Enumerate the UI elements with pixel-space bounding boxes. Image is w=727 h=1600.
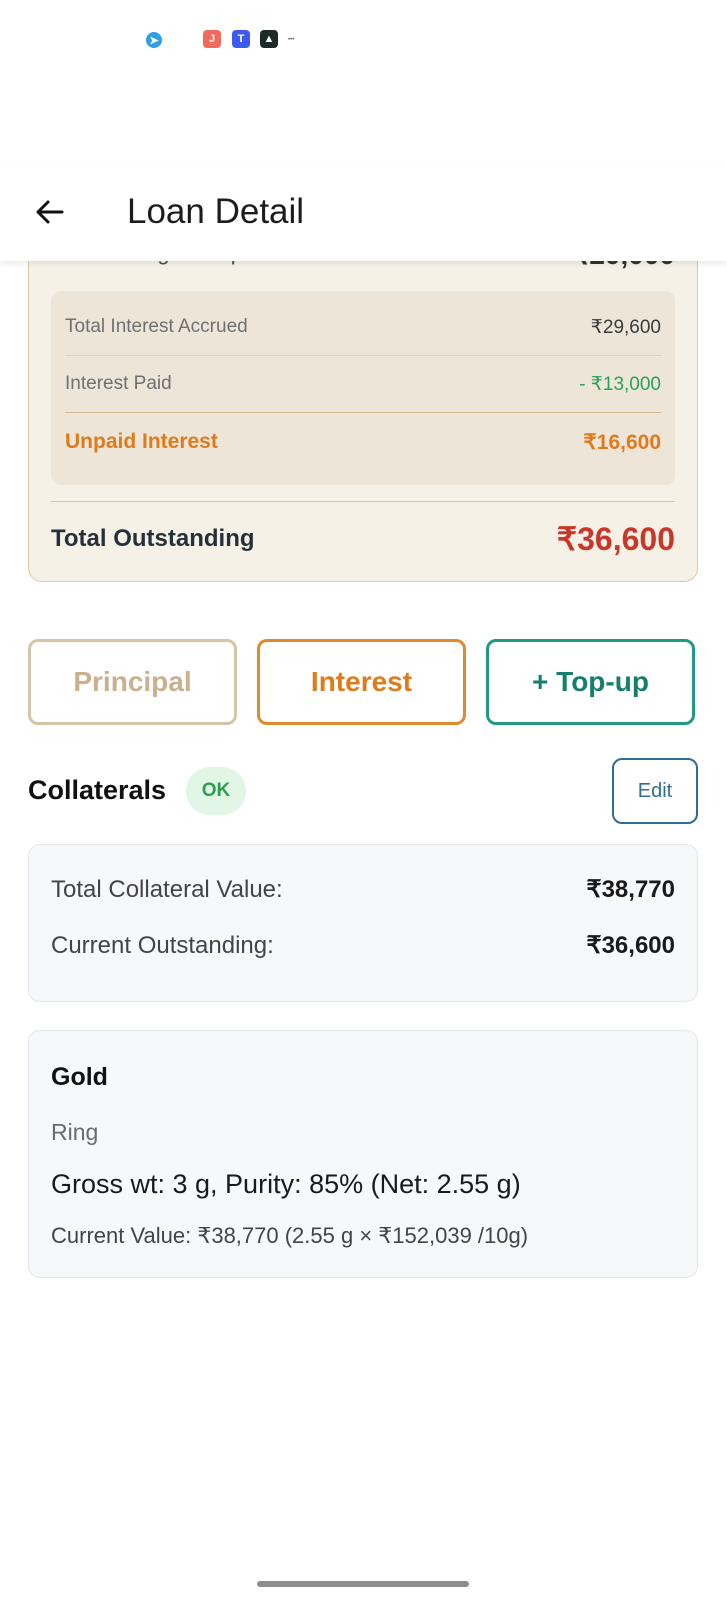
collateral-summary-card: Total Collateral Value: ₹38,770 Current … (28, 844, 698, 1002)
interest-accrued-row: Total Interest Accrued ₹29,600 (65, 299, 661, 356)
status-badge: OK (186, 767, 246, 815)
status-dots-icon: ••• (288, 37, 295, 43)
collateral-type: Ring (51, 1119, 99, 1145)
app-green-icon: ▲ (260, 30, 278, 48)
collateral-current-value: Current Value: ₹38,770 (2.55 g × ₹152,03… (51, 1223, 529, 1248)
interest-paid-label: Interest Paid (65, 373, 172, 394)
unpaid-interest-value: ₹16,600 (583, 430, 661, 454)
interest-paid-value: - ₹13,000 (579, 373, 661, 395)
principal-button[interactable]: Principal (28, 639, 237, 725)
interest-paid-row: Interest Paid - ₹13,000 (65, 356, 661, 413)
interest-accrued-label: Total Interest Accrued (65, 316, 248, 337)
telegram-icon: ➤ (146, 32, 162, 48)
total-outstanding-value: ₹36,600 (556, 521, 675, 557)
collateral-item-card[interactable]: Gold Ring Gross wt: 3 g, Purity: 85% (Ne… (28, 1030, 698, 1278)
unpaid-interest-row: Unpaid Interest ₹16,600 (65, 414, 661, 470)
home-indicator[interactable] (257, 1581, 469, 1587)
app-j-icon: J (203, 30, 221, 48)
current-outstanding-row: Current Outstanding: ₹36,600 (51, 931, 675, 960)
collateral-weight: Gross wt: 3 g, Purity: 85% (Net: 2.55 g) (51, 1169, 521, 1199)
unpaid-interest-label: Unpaid Interest (65, 430, 218, 453)
collaterals-heading: Collaterals (28, 775, 167, 805)
current-outstanding-value: ₹36,600 (586, 932, 675, 959)
current-outstanding-label: Current Outstanding: (51, 931, 274, 959)
total-collateral-value: ₹38,770 (586, 876, 675, 903)
interest-breakdown: Total Interest Accrued ₹29,600 Interest … (51, 291, 675, 485)
app-t-icon: T (232, 30, 250, 48)
total-collateral-row: Total Collateral Value: ₹38,770 (51, 875, 675, 904)
total-collateral-label: Total Collateral Value: (51, 875, 283, 903)
total-outstanding-row: Total Outstanding ₹36,600 (51, 509, 675, 569)
interest-button[interactable]: Interest (257, 639, 466, 725)
status-bar: ➤ J T ▲ ••• (0, 0, 727, 80)
divider (51, 501, 675, 502)
edit-button[interactable]: Edit (612, 758, 698, 824)
back-arrow-icon[interactable] (32, 194, 68, 230)
app-header: Loan Detail (0, 168, 727, 261)
interest-accrued-value: ₹29,600 (590, 316, 661, 338)
topup-button[interactable]: + Top-up (486, 639, 695, 725)
page-title: Loan Detail (127, 192, 305, 231)
collateral-metal: Gold (51, 1063, 108, 1091)
total-outstanding-label: Total Outstanding (51, 525, 255, 552)
